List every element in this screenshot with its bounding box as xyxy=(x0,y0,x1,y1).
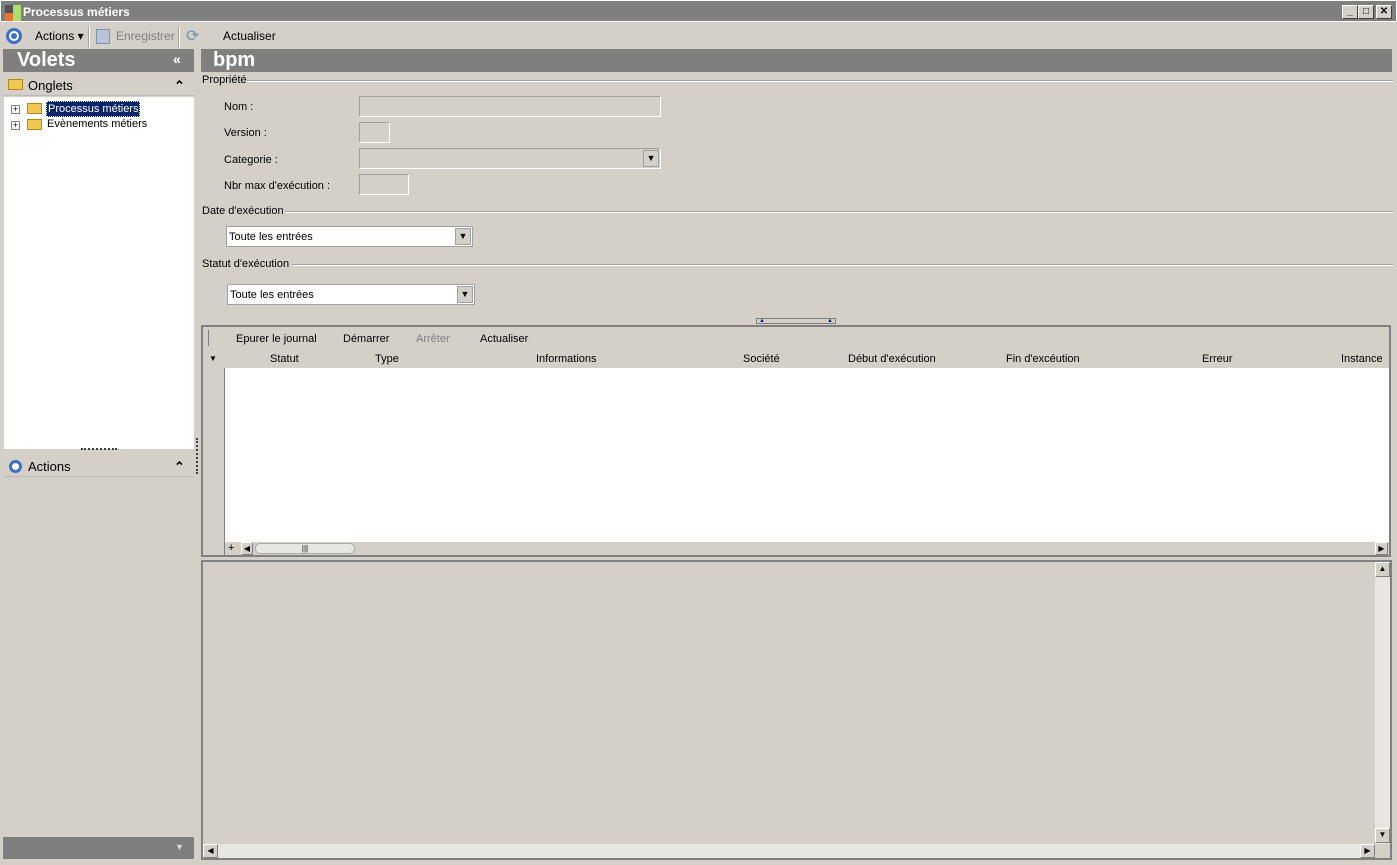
column-header-statut[interactable]: Statut xyxy=(270,353,299,365)
expand-icon[interactable]: + xyxy=(11,105,20,114)
actions-icon xyxy=(9,460,22,473)
maximize-button[interactable]: □ xyxy=(1358,5,1374,19)
main-title: bpm xyxy=(213,49,256,71)
column-header-type[interactable]: Type xyxy=(375,353,399,365)
refresh-icon: ⟳ xyxy=(186,28,200,45)
actions-pane-header[interactable]: Actions ⌃ xyxy=(3,456,194,477)
close-button[interactable]: ✕ xyxy=(1376,5,1392,19)
log-grid: Epurer le journal Démarrer Arrêter Actua… xyxy=(201,325,1391,557)
chevron-down-icon[interactable]: ▼ xyxy=(457,286,473,303)
detail-panel: ▲ ▼ ◀ ▶ xyxy=(201,560,1392,860)
scroll-left-button[interactable]: ◀ xyxy=(241,542,253,555)
tree-item-label: Processus métiers xyxy=(46,101,141,117)
row-selector-column xyxy=(203,368,225,555)
refresh-button[interactable]: Actualiser xyxy=(223,29,276,43)
folder-icon xyxy=(27,119,42,130)
version-input[interactable] xyxy=(359,122,390,143)
max-executions-label: Nbr max d'exécution : xyxy=(224,180,331,192)
expand-icon[interactable]: + xyxy=(11,121,20,130)
column-header-societe[interactable]: Société xyxy=(743,353,780,365)
save-icon xyxy=(96,29,110,44)
column-header-instance[interactable]: Instance xyxy=(1341,353,1383,365)
status-select[interactable]: Toute les entrées ▼ xyxy=(227,284,475,305)
category-select[interactable]: ▼ xyxy=(359,148,661,169)
date-select[interactable]: Toute les entrées ▼ xyxy=(226,226,473,247)
collapse-chevron-icon[interactable]: ⌃ xyxy=(174,78,185,94)
vertical-scrollbar[interactable]: ▲ ▼ xyxy=(1375,562,1390,844)
stop-button[interactable]: Arrêter xyxy=(416,333,450,345)
property-group-label: Propriété xyxy=(202,74,247,86)
window-title: Processus métiers xyxy=(23,5,130,19)
column-header-debut[interactable]: Début d'exécution xyxy=(848,353,936,365)
main-header: bpm xyxy=(201,49,1392,72)
minimize-button[interactable]: _ xyxy=(1342,5,1358,19)
collapse-chevron-icon[interactable]: ⌃ xyxy=(174,459,185,475)
panel-footer[interactable]: ▼ xyxy=(3,837,194,859)
column-header-informations[interactable]: Informations xyxy=(536,353,597,365)
actions-icon xyxy=(6,28,22,44)
panel-title: Volets xyxy=(17,49,76,71)
splitter-collapse-button[interactable]: ▲ ▲ xyxy=(756,318,836,324)
scroll-up-button[interactable]: ▲ xyxy=(1375,562,1390,577)
chevron-down-icon[interactable]: ▼ xyxy=(643,150,659,167)
version-label: Version : xyxy=(224,127,267,139)
grid-refresh-button[interactable]: Actualiser xyxy=(480,333,528,345)
left-panel: Volets « Onglets ⌃ + Processus métiers +… xyxy=(3,49,194,861)
category-label: Categorie : xyxy=(224,154,278,166)
title-bar: Processus métiers _ □ ✕ xyxy=(0,0,1397,22)
collapse-panel-button[interactable]: « xyxy=(173,51,181,67)
status-group-label: Statut d'exécution xyxy=(202,258,290,270)
grid-toolbar: Epurer le journal Démarrer Arrêter Actua… xyxy=(203,327,1389,349)
tabs-pane-title: Onglets xyxy=(28,78,73,93)
scroll-left-button[interactable]: ◀ xyxy=(203,844,218,858)
app-logo-icon xyxy=(5,5,21,21)
bottom-horizontal-scrollbar[interactable]: ◀ ▶ xyxy=(203,844,1375,858)
column-chooser-icon[interactable]: ▼ xyxy=(209,354,217,363)
scroll-right-button[interactable]: ▶ xyxy=(1360,844,1375,858)
status-select-value: Toute les entrées xyxy=(230,289,314,301)
name-input[interactable] xyxy=(359,96,661,117)
tabs-pane-header[interactable]: Onglets ⌃ xyxy=(3,75,194,96)
start-button[interactable]: Démarrer xyxy=(343,333,389,345)
column-header-erreur[interactable]: Erreur xyxy=(1202,353,1233,365)
grid-header-row: ▼ Statut Type Informations Société Début… xyxy=(203,349,1389,368)
date-group-label: Date d'exécution xyxy=(202,205,284,217)
actions-pane-title: Actions xyxy=(28,459,71,474)
scroll-down-button[interactable]: ▼ xyxy=(1375,828,1390,843)
folder-icon xyxy=(8,79,23,90)
date-select-value: Toute les entrées xyxy=(229,231,313,243)
chevron-down-icon[interactable]: ▼ xyxy=(455,228,471,245)
add-row-icon[interactable]: + xyxy=(228,542,234,554)
actions-menu[interactable]: Actions ▾ xyxy=(35,29,84,43)
column-header-fin[interactable]: Fin d'excéution xyxy=(1006,353,1080,365)
horizontal-scrollbar[interactable]: + ◀ ||| ▶ xyxy=(225,542,1389,555)
scroll-thumb[interactable]: ||| xyxy=(255,543,355,554)
panel-header: Volets « xyxy=(3,49,194,72)
tree-item-processus[interactable]: + Processus métiers xyxy=(11,101,191,117)
tree-item-label: Evènements métiers xyxy=(47,118,148,130)
toolbar: Actions ▾ Enregistrer ⟳ Actualiser xyxy=(0,24,1397,48)
tree-item-evenements[interactable]: + Evènements métiers xyxy=(11,117,191,133)
name-label: Nom : xyxy=(224,101,254,113)
save-button[interactable]: Enregistrer xyxy=(116,29,175,43)
vertical-splitter[interactable] xyxy=(196,438,198,474)
max-executions-input[interactable] xyxy=(359,174,409,195)
tree-view: + Processus métiers + Evènements métiers xyxy=(4,97,194,449)
splitter-handle[interactable] xyxy=(81,448,117,451)
purge-log-button[interactable]: Epurer le journal xyxy=(236,333,317,345)
scroll-right-button[interactable]: ▶ xyxy=(1375,542,1388,555)
dropdown-icon[interactable]: ▼ xyxy=(175,842,184,852)
folder-open-icon xyxy=(27,103,42,114)
